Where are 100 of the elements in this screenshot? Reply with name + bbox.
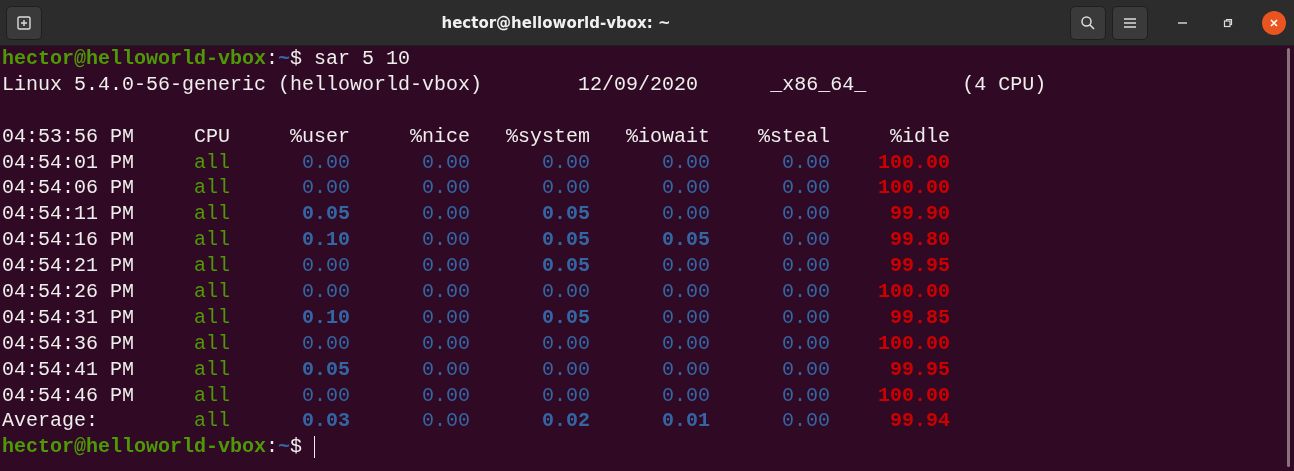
table-cell: 04:54:16 PM	[2, 227, 134, 254]
table-cell-text: 0.00	[421, 279, 471, 305]
table-cell: 04:54:31 PM	[2, 304, 134, 331]
table-cell-text: all	[193, 408, 231, 435]
table-cell-text: all	[193, 279, 231, 305]
table-cell-text: all	[193, 356, 231, 383]
table-cell-text: 99.80	[889, 227, 951, 254]
table-cell-text: 0.00	[541, 279, 591, 305]
table-cell-text: 99.95	[889, 356, 951, 383]
new-tab-button[interactable]	[6, 5, 42, 40]
table-cell-text: 100.00	[877, 279, 951, 305]
table-cell-text: 0.00	[661, 382, 711, 409]
system-info-text: (4 CPU)	[962, 71, 1047, 98]
table-cell-text: 0.00	[421, 253, 471, 280]
table-cell-text: 0.00	[781, 330, 831, 357]
table-cell-text: 0.00	[421, 227, 471, 254]
table-cell-text: 0.00	[421, 175, 471, 202]
search-button[interactable]	[1070, 5, 1106, 40]
table-cell-text: 0.00	[541, 356, 591, 383]
table-cell-text: 0.00	[541, 149, 591, 176]
table-cell-text: 0.00	[541, 330, 591, 357]
table-cell-text: 0.00	[781, 149, 831, 176]
search-icon	[1080, 14, 1096, 31]
column-header: %nice	[409, 123, 471, 150]
minimize-icon	[1177, 21, 1187, 24]
table-cell-text: 0.00	[661, 330, 711, 357]
table-cell-text: 0.00	[781, 279, 831, 305]
table-cell-text: 0.00	[421, 408, 471, 435]
table-cell-text: Average:	[2, 408, 99, 435]
table-cell-text: 0.00	[661, 201, 711, 228]
table-cell-text: 99.90	[889, 201, 951, 228]
table-cell-text: 0.05	[541, 253, 591, 280]
system-info-text: Linux 5.4.0-56-generic (helloworld-vbox)	[2, 71, 483, 98]
table-cell-text: 0.01	[661, 408, 711, 435]
table-cell-text: all	[193, 330, 231, 357]
column-header: 04:53:56 PM	[2, 123, 134, 150]
system-info-text: 12/09/2020	[578, 71, 699, 98]
table-cell-text: 0.00	[301, 253, 351, 280]
table-cell-text: 0.00	[421, 330, 471, 357]
table-cell-text: 0.00	[661, 279, 711, 305]
prompt-symbol: $	[290, 46, 303, 72]
table-cell-text: 0.00	[781, 201, 831, 228]
table-cell-text: 0.00	[541, 382, 591, 409]
prompt-symbol: $	[290, 434, 303, 461]
table-cell-text: 0.00	[781, 304, 831, 331]
table-cell-text: 0.00	[781, 382, 831, 409]
table-cell-text: 0.05	[541, 227, 591, 254]
column-header: %steal	[757, 123, 831, 150]
table-cell-text: 0.00	[541, 175, 591, 202]
new-tab-icon	[16, 14, 32, 31]
table-cell-text: all	[193, 201, 231, 228]
table-cell-text: 0.03	[301, 408, 351, 435]
menu-icon	[1123, 16, 1137, 29]
table-cell: 04:54:06 PM	[2, 175, 134, 202]
prompt-separator: :	[266, 434, 279, 461]
column-header: %system	[505, 123, 591, 150]
column-header: %idle	[889, 123, 951, 150]
table-cell-text: 0.02	[541, 408, 591, 435]
table-cell-text: 0.05	[301, 356, 351, 383]
command-text: sar 5 10	[314, 46, 411, 72]
close-icon	[1269, 17, 1279, 28]
close-button[interactable]	[1262, 10, 1286, 35]
table-cell-text: 100.00	[877, 382, 951, 409]
column-header: %user	[289, 123, 351, 150]
prompt-path: ~	[278, 46, 291, 72]
prompt-path: ~	[278, 434, 291, 461]
table-cell-text: 0.00	[781, 408, 831, 435]
table-cell-text: 0.00	[301, 175, 351, 202]
table-cell-text: 100.00	[877, 149, 951, 176]
table-cell-text: 99.94	[889, 408, 951, 435]
table-cell-text: 0.00	[421, 149, 471, 176]
table-cell-text: 99.95	[889, 253, 951, 280]
table-cell-text: 0.00	[661, 356, 711, 383]
scrollbar[interactable]	[1287, 48, 1290, 467]
table-cell-text: 0.00	[301, 382, 351, 409]
column-header: %iowait	[625, 123, 711, 150]
prompt-separator: :	[266, 46, 279, 72]
table-cell-text: 0.00	[781, 253, 831, 280]
system-info-text: _x86_64_	[770, 71, 867, 98]
table-cell-text: 0.00	[301, 330, 351, 357]
table-cell: 04:54:41 PM	[2, 356, 134, 383]
table-cell-text: all	[193, 304, 231, 331]
prompt-user-host: hector@helloworld-vbox	[2, 434, 267, 461]
table-cell-text: 0.00	[661, 253, 711, 280]
menu-button[interactable]	[1112, 5, 1148, 40]
column-header: CPU	[193, 123, 231, 150]
table-cell-text: 0.00	[781, 356, 831, 383]
table-cell-text: 0.00	[301, 149, 351, 176]
table-cell-text: 0.10	[301, 304, 351, 331]
table-cell-text: all	[193, 227, 231, 254]
table-cell-text: 0.10	[301, 227, 351, 254]
table-cell-text: 100.00	[877, 175, 951, 202]
table-cell-text: 0.05	[541, 304, 591, 331]
table-cell-text: all	[193, 175, 231, 202]
table-cell: 04:54:26 PM	[2, 279, 134, 305]
table-cell: 04:54:21 PM	[2, 253, 134, 280]
table-cell: 04:54:36 PM	[2, 330, 134, 357]
table-cell-text: 0.05	[541, 201, 591, 228]
table-cell-text: 0.00	[661, 149, 711, 176]
table-cell-text: 0.05	[301, 201, 351, 228]
